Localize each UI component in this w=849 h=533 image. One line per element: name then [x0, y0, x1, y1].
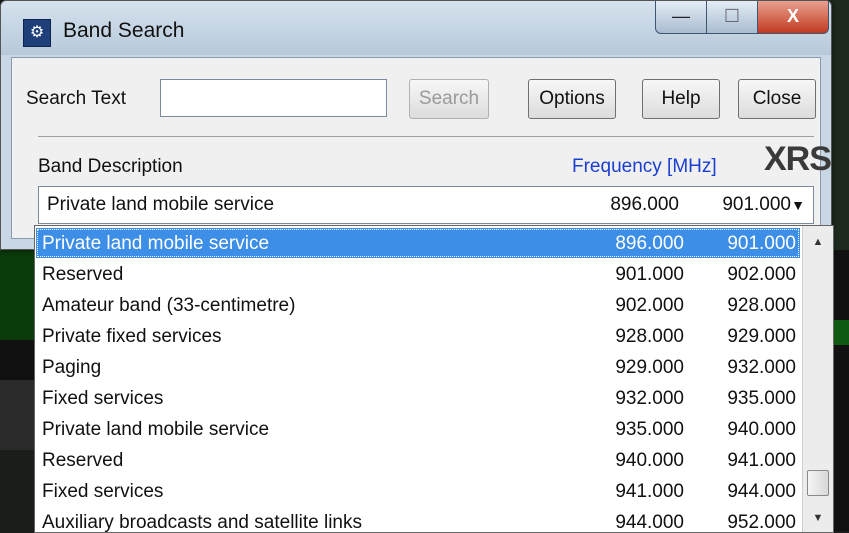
combo-start-frequency: 896.000	[610, 194, 679, 215]
list-scrollbar[interactable]: ▲ ▼	[802, 226, 833, 532]
list-item[interactable]: Auxiliary broadcasts and satellite links…	[36, 507, 800, 533]
window-title: Band Search	[63, 19, 185, 42]
list-item-end: 944.000	[727, 481, 796, 502]
help-button[interactable]: Help	[642, 79, 720, 119]
search-input[interactable]	[160, 79, 387, 117]
band-dropdown-list[interactable]: Private land mobile service 896.000 901.…	[34, 225, 834, 533]
band-search-window: ⚙ Band Search — ☐ X Search Text Search O…	[0, 0, 832, 250]
list-item-end: 952.000	[727, 512, 796, 533]
list-item[interactable]: Private land mobile service 896.000 901.…	[36, 228, 800, 258]
list-item-end: 929.000	[727, 326, 796, 347]
list-item[interactable]: Amateur band (33-centimetre) 902.000 928…	[36, 290, 800, 320]
scroll-down-icon[interactable]: ▼	[803, 506, 833, 530]
maximize-button[interactable]: ☐	[706, 1, 758, 34]
list-item-start: 928.000	[615, 326, 684, 347]
list-item-description: Reserved	[42, 264, 124, 285]
title-bar[interactable]: ⚙ Band Search — ☐ X	[1, 1, 831, 55]
list-item-start: 932.000	[615, 388, 684, 409]
list-item[interactable]: Reserved 940.000 941.000	[36, 445, 800, 475]
frequency-label: Frequency [MHz]	[572, 156, 717, 177]
minimize-button[interactable]: —	[655, 1, 707, 34]
scrollbar-thumb[interactable]	[807, 470, 829, 496]
band-search-icon: ⚙	[23, 19, 51, 47]
chevron-down-icon[interactable]: ▼	[783, 187, 813, 223]
list-item-description: Private land mobile service	[42, 233, 270, 254]
list-item-start: 901.000	[615, 264, 684, 285]
list-item[interactable]: Private land mobile service 935.000 940.…	[36, 414, 800, 444]
separator	[38, 136, 814, 137]
list-item[interactable]: Private fixed services 928.000 929.000	[36, 321, 800, 351]
list-item-description: Reserved	[42, 450, 124, 471]
search-button[interactable]: Search	[409, 79, 489, 119]
list-item-end: 928.000	[727, 295, 796, 316]
options-button[interactable]: Options	[528, 79, 616, 119]
list-item-end: 941.000	[727, 450, 796, 471]
list-item-description: Private fixed services	[42, 326, 222, 347]
band-description-label: Band Description	[38, 156, 183, 177]
list-item-start: 935.000	[615, 419, 684, 440]
list-item[interactable]: Paging 929.000 932.000	[36, 352, 800, 382]
list-item-start: 940.000	[615, 450, 684, 471]
list-item-start: 896.000	[615, 233, 684, 254]
list-item-start: 944.000	[615, 512, 684, 533]
list-item-end: 901.000	[727, 233, 796, 254]
list-item-description: Amateur band (33-centimetre)	[42, 295, 296, 316]
list-item-end: 940.000	[727, 419, 796, 440]
list-item-start: 929.000	[615, 357, 684, 378]
list-item-end: 902.000	[727, 264, 796, 285]
list-item-description: Paging	[42, 357, 102, 378]
list-item-description: Private land mobile service	[42, 419, 270, 440]
list-item[interactable]: Reserved 901.000 902.000	[36, 259, 800, 289]
combo-description: Private land mobile service	[47, 194, 275, 215]
search-text-label: Search Text	[26, 88, 126, 109]
window-close-button[interactable]: X	[757, 1, 829, 34]
list-item[interactable]: Fixed services 932.000 935.000	[36, 383, 800, 413]
xrs-logo: XRS	[764, 140, 832, 178]
dialog-client-area: Search Text Search Options Help Close Ba…	[11, 57, 832, 239]
list-item-end: 935.000	[727, 388, 796, 409]
list-item-description: Auxiliary broadcasts and satellite links	[42, 512, 362, 533]
list-item-end: 932.000	[727, 357, 796, 378]
scroll-up-icon[interactable]: ▲	[803, 230, 833, 254]
list-item[interactable]: Fixed services 941.000 944.000	[36, 476, 800, 506]
list-item-start: 941.000	[615, 481, 684, 502]
band-combobox[interactable]: Private land mobile service 896.000 901.…	[38, 186, 814, 224]
combo-end-frequency: 901.000	[722, 194, 791, 215]
list-item-start: 902.000	[615, 295, 684, 316]
close-button[interactable]: Close	[738, 79, 816, 119]
list-item-description: Fixed services	[42, 481, 164, 502]
list-item-description: Fixed services	[42, 388, 164, 409]
